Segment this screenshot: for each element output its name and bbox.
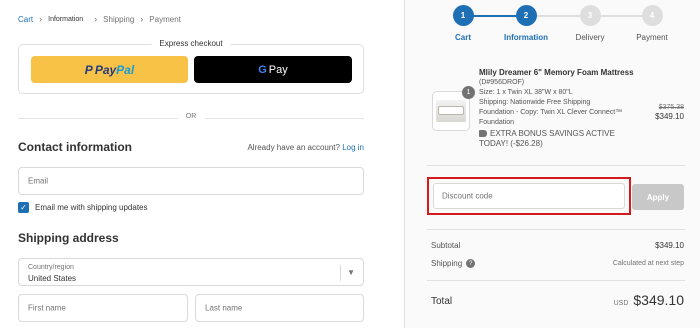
sale-price: $349.10 [655, 112, 684, 121]
paypal-logo-pal: Pal [116, 62, 135, 77]
login-link[interactable]: Log in [342, 143, 364, 152]
first-name-placeholder: First name [28, 303, 66, 313]
step-number: 1 [452, 5, 474, 26]
discount-placeholder: Discount code [442, 191, 493, 201]
bonus-text: EXTRA BONUS SAVINGS ACTIVE TODAY! (-$26.… [479, 129, 615, 148]
breadcrumb-information: Information [48, 15, 84, 23]
paypal-logo-pay: Pay [94, 62, 117, 77]
shipping-heading: Shipping address [18, 231, 119, 245]
currency-code: USD [613, 300, 629, 307]
paypal-icon: P [84, 62, 93, 77]
divider [427, 165, 685, 166]
country-select[interactable]: Country/region United States ▼ [18, 258, 364, 286]
question-icon[interactable]: ? [466, 259, 476, 269]
step-delivery: 3 Delivery [560, 5, 620, 42]
product-name: Mlily Dreamer 6" Memory Foam Mattress [479, 68, 634, 77]
google-pay-label: Pay [268, 63, 288, 76]
total-amount: USD $349.10 [614, 292, 684, 308]
product-thumbnail: 1 [432, 86, 475, 131]
country-value: United States [28, 274, 77, 283]
discount-code-field[interactable]: Discount code [433, 183, 625, 209]
breadcrumb-shipping: Shipping [103, 14, 135, 24]
product-details: Mlily Dreamer 6" Memory Foam Mattress (D… [479, 68, 639, 149]
step-number: 2 [515, 5, 537, 26]
step-label: Delivery [575, 33, 605, 42]
shipping-updates-label: Email me with shipping updates [35, 203, 148, 212]
quantity-badge: 1 [462, 86, 475, 99]
last-name-placeholder: Last name [205, 303, 243, 313]
checkout-main: Cart › Information › Shipping › Payment … [0, 0, 404, 328]
google-pay-button[interactable]: G Pay [194, 56, 352, 83]
contact-heading: Contact information [18, 140, 132, 154]
divider [427, 229, 685, 230]
step-payment: 4 Payment [622, 5, 682, 42]
chevron-right-icon: › [140, 14, 144, 24]
step-label: Payment [636, 33, 668, 42]
email-field[interactable]: Email [18, 167, 364, 195]
google-g-icon: G [258, 63, 267, 76]
account-prompt: Already have an account? Log in [247, 143, 364, 152]
divider [427, 280, 685, 281]
account-prompt-text: Already have an account? [247, 143, 340, 152]
tag-icon [479, 130, 487, 138]
country-label: Country/region [28, 264, 74, 271]
mattress-shape [438, 106, 464, 115]
product-size: Size: 1 x Twin XL 38"W x 80"L [479, 89, 573, 96]
original-price: $375.38 [658, 104, 684, 111]
discount-highlight: Discount code [427, 177, 631, 215]
step-number: 3 [579, 5, 601, 26]
express-checkout-label: Express checkout [151, 39, 231, 48]
last-name-field[interactable]: Last name [195, 294, 364, 322]
step-number: 4 [641, 5, 663, 26]
product-sku: (D#956DROF) [479, 79, 525, 86]
shipping-row-label: Shipping? [431, 259, 476, 269]
select-divider [340, 265, 341, 281]
chevron-right-icon: › [94, 14, 98, 24]
shipping-label: Shipping [431, 259, 463, 268]
total-label: Total [431, 296, 453, 307]
step-label: Cart [454, 33, 471, 42]
email-placeholder: Email [28, 176, 49, 186]
bonus-note: EXTRA BONUS SAVINGS ACTIVE TODAY! (-$26.… [479, 129, 639, 149]
paypal-button[interactable]: P Pay Pal [31, 56, 188, 83]
order-summary: 1 Cart 2 Information 3 Delivery 4 Paymen… [404, 0, 700, 328]
product-shipping: Shipping: Nationwide Free Shipping [479, 99, 591, 106]
or-label: OR [177, 113, 205, 120]
shipping-updates-checkbox-row[interactable]: ✓ Email me with shipping updates [18, 202, 148, 213]
step-cart[interactable]: 1 Cart [433, 5, 493, 42]
mattress-image [436, 100, 466, 122]
breadcrumb-cart[interactable]: Cart [18, 15, 33, 24]
shipping-value: Calculated at next step [612, 260, 684, 267]
step-information: 2 Information [496, 5, 556, 42]
product-foundation: Foundation - Copy: Twin XL Clever Connec… [479, 109, 623, 126]
breadcrumb-payment: Payment [149, 14, 181, 24]
chevron-right-icon: › [39, 14, 43, 24]
subtotal-value: $349.10 [655, 241, 684, 250]
or-divider: OR [18, 113, 364, 120]
apply-button[interactable]: Apply [632, 184, 684, 210]
step-label: Information [504, 33, 548, 42]
checkbox-checked-icon[interactable]: ✓ [18, 202, 29, 213]
subtotal-label: Subtotal [431, 241, 461, 250]
first-name-field[interactable]: First name [18, 294, 188, 322]
total-value: $349.10 [633, 292, 684, 308]
chevron-down-icon: ▼ [347, 268, 355, 277]
breadcrumb: Cart › Information › Shipping › Payment [18, 14, 181, 24]
express-checkout: Express checkout P Pay Pal G Pay [18, 39, 364, 94]
